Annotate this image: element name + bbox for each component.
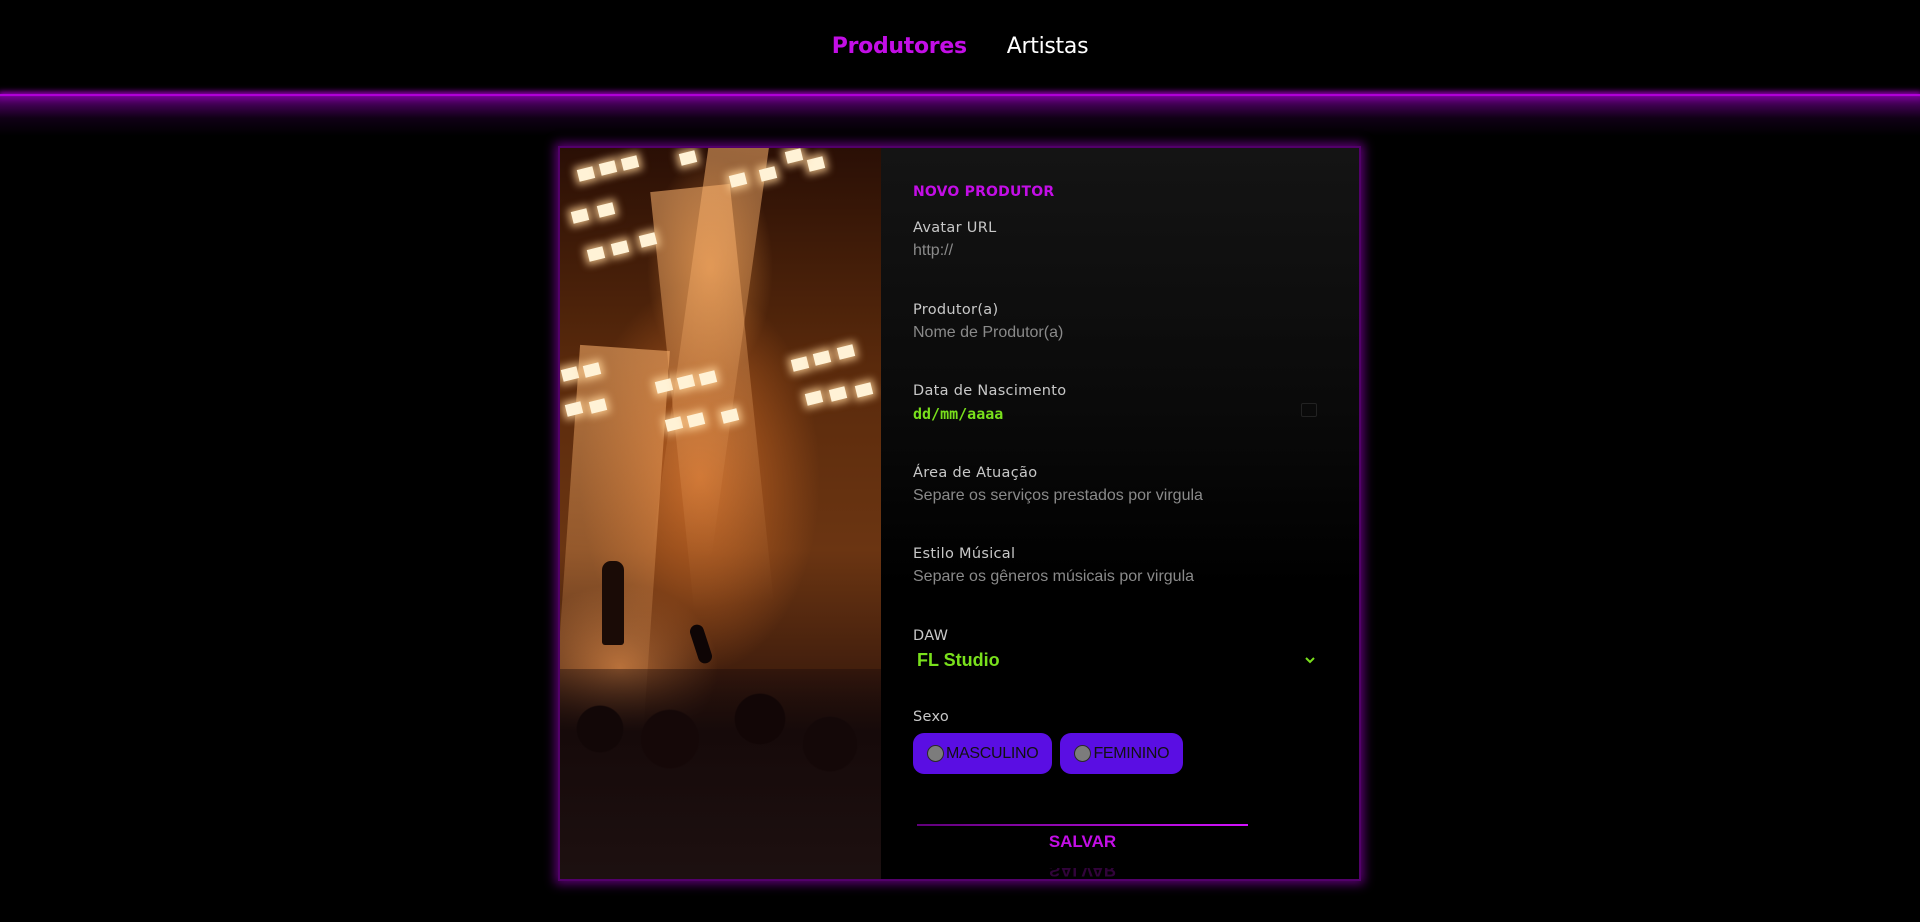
form-panel: NOVO PRODUTOR Avatar URL Produtor(a) Dat… (881, 148, 1359, 879)
producer-field: Produtor(a) (913, 302, 1321, 384)
nav-link-artistas[interactable]: Artistas (1007, 34, 1089, 59)
producer-label: Produtor(a) (913, 301, 999, 318)
nav-link-produtores[interactable]: Produtores (832, 34, 967, 59)
save-reflection: SALVAR (1048, 867, 1117, 880)
radio-masculino[interactable]: MASCULINO (913, 733, 1053, 774)
save-divider (917, 823, 1248, 826)
nav-links: Produtores Artistas (832, 34, 1089, 59)
chevron-down-icon (1305, 657, 1315, 664)
avatar-url-input[interactable] (913, 242, 1321, 260)
daw-select[interactable]: FL Studio (913, 650, 1321, 671)
daw-field: DAW FL Studio (913, 628, 1321, 710)
crowd (560, 669, 881, 879)
avatar-url-label: Avatar URL (913, 220, 997, 236)
sex-field: Sexo MASCULINO FEMININO (913, 709, 1321, 791)
radio-dot (927, 745, 944, 762)
birth-date-field: Data de Nascimento dd/mm/aaaa (913, 383, 1321, 465)
style-field: Estilo Músical (913, 546, 1321, 628)
avatar-url-field: Avatar URL (913, 220, 1321, 302)
birth-date-value: dd/mm/aaaa (913, 405, 1004, 423)
nav-glow (0, 96, 1920, 136)
calendar-icon[interactable] (1301, 403, 1317, 417)
daw-selected-value: FL Studio (917, 649, 1000, 670)
save-button[interactable]: SALVAR (917, 832, 1248, 852)
daw-label: DAW (913, 627, 949, 644)
top-nav: Produtores Artistas (0, 0, 1920, 97)
radio-label-feminino: FEMININO (1093, 744, 1170, 762)
sex-label: Sexo (913, 709, 950, 725)
birth-date-label: Data de Nascimento (913, 383, 1067, 399)
birth-date-input[interactable]: dd/mm/aaaa (913, 403, 1321, 423)
save-area: SALVAR SALVAR (917, 823, 1248, 880)
performer (602, 561, 624, 645)
concert-photo (560, 148, 881, 879)
style-input[interactable] (913, 568, 1321, 586)
style-label: Estilo Músical (913, 546, 1016, 562)
radio-dot (1074, 745, 1092, 762)
area-input[interactable] (913, 486, 1321, 505)
area-label: Área de Atuação (913, 464, 1038, 481)
producer-input[interactable] (913, 323, 1321, 342)
area-field: Área de Atuação (913, 465, 1321, 547)
sex-radio-group: MASCULINO FEMININO (913, 733, 1321, 774)
form-title: NOVO PRODUTOR (913, 184, 1055, 200)
raised-hand (688, 622, 714, 666)
radio-label-masculino: MASCULINO (946, 744, 1039, 762)
producer-form-card: NOVO PRODUTOR Avatar URL Produtor(a) Dat… (558, 146, 1361, 881)
radio-feminino[interactable]: FEMININO (1060, 733, 1184, 774)
